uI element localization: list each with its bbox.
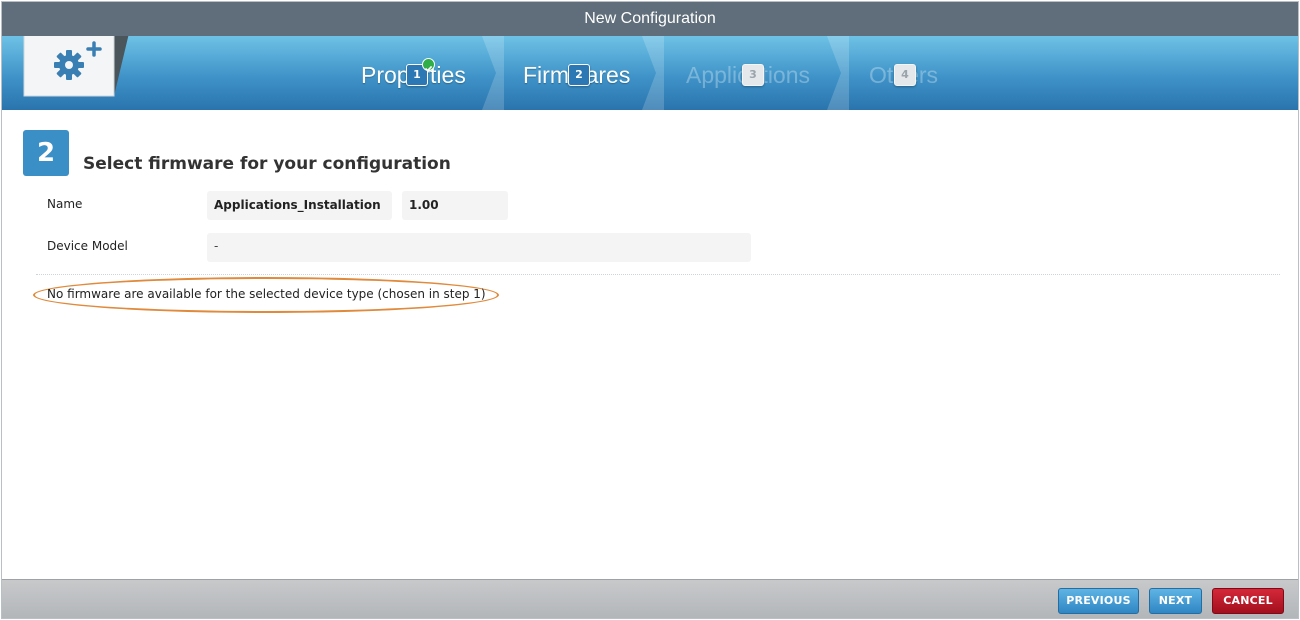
current-step-number: 2 [23, 130, 69, 176]
no-firmware-message: No firmware are available for the select… [47, 287, 486, 301]
wizard-step-bar: Properties Firmwares Applications Others [2, 36, 1298, 110]
folder-gear-plus-icon [23, 36, 129, 97]
previous-button[interactable]: PREVIOUS [1058, 588, 1139, 614]
version-field[interactable]: 1.00 [402, 191, 508, 220]
step-separator [827, 36, 849, 110]
completed-check-icon [422, 58, 435, 72]
device-model-field: - [207, 233, 751, 262]
next-button[interactable]: NEXT [1149, 588, 1202, 614]
configuration-wizard-window: New Configuration Properties Firmwares A… [1, 1, 1299, 619]
name-field[interactable]: Applications_Installation [207, 191, 392, 220]
section-title: Select firmware for your configuration [83, 154, 451, 174]
step-2-badge[interactable]: 2 [568, 64, 590, 86]
step-separator [642, 36, 664, 110]
name-label: Name [47, 197, 83, 211]
step-3-badge: 3 [742, 64, 764, 86]
device-model-label: Device Model [47, 239, 128, 253]
step-4-badge: 4 [894, 64, 916, 86]
cancel-button[interactable]: CANCEL [1212, 588, 1284, 614]
step-separator [482, 36, 504, 110]
window-title: New Configuration [2, 2, 1298, 36]
wizard-footer: PREVIOUS NEXT CANCEL [2, 579, 1298, 618]
section-divider [36, 274, 1280, 275]
